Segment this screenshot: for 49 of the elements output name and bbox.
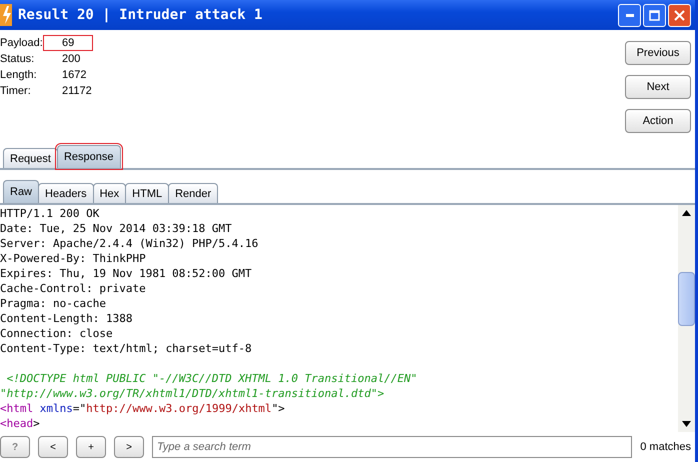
action-button[interactable]: Previous — [625, 41, 691, 65]
tab[interactable]: Hex — [92, 183, 126, 203]
add-button[interactable]: + — [76, 436, 106, 458]
window-title: Result 20 | Intruder attack 1 — [18, 7, 264, 23]
maximize-icon — [649, 10, 660, 20]
maximize-button[interactable] — [643, 4, 666, 26]
next-button[interactable]: > — [114, 436, 144, 458]
previous-button[interactable]: < — [38, 436, 68, 458]
code-line: Connection: close — [0, 326, 114, 341]
code-line: Content-Type: text/html; charset=utf-8 — [0, 341, 253, 356]
field-label: Timer: — [0, 84, 32, 98]
field-value: 21172 — [61, 84, 92, 98]
code-line: "http://www.w3.org/TR/xhtml1/DTD/xhtml1-transitional.dtd"> — [0, 386, 386, 401]
tab[interactable]: HTML — [125, 183, 170, 203]
code-line: <head> — [0, 416, 41, 431]
field-value: 1672 — [61, 68, 88, 82]
code-line: Content-Length: 1388 — [0, 311, 134, 326]
code-line: X-Powered-By: ThinkPHP — [0, 251, 147, 266]
tab[interactable]: Raw — [3, 180, 40, 203]
code-line: Cache-Control: private — [0, 281, 147, 296]
tab[interactable]: Headers — [38, 183, 94, 203]
field-value: 200 — [61, 52, 82, 66]
scroll-thumb[interactable] — [678, 272, 695, 326]
search-field[interactable]: Type a search term — [152, 436, 632, 458]
action-button[interactable]: Action — [625, 109, 691, 133]
lightning-icon — [0, 4, 12, 26]
tab[interactable]: Request — [3, 148, 58, 168]
scrollbar[interactable] — [678, 205, 695, 432]
tab[interactable]: Response — [56, 145, 121, 168]
field-label: Status: — [0, 52, 36, 66]
field-label: Payload: — [0, 36, 44, 50]
up-arrow-icon — [682, 210, 691, 216]
action-button[interactable]: Next — [625, 75, 691, 99]
field-value: 69 — [44, 36, 92, 50]
close-button[interactable] — [668, 4, 691, 26]
match-count: 0 matches — [640, 441, 691, 453]
code-line: Pragma: no-cache — [0, 296, 107, 311]
code-line: Expires: Thu, 19 Nov 1981 08:52:00 GMT — [0, 266, 253, 281]
code-line: Server: Apache/2.4.4 (Win32) PHP/5.4.16 — [0, 236, 260, 251]
field-label: Length: — [0, 68, 38, 82]
close-icon — [674, 10, 685, 20]
code-line: HTTP/1.1 200 OK — [0, 206, 100, 221]
code-line: <html xmlns="http://www.w3.org/1999/xhtml"> — [0, 401, 286, 416]
code-line: <!DOCTYPE html PUBLIC "-//W3C//DTD XHTML 1.0 Transitional//EN" — [6, 371, 418, 386]
code-line: Date: Tue, 25 Nov 2014 03:39:18 GMT — [0, 221, 233, 236]
minimize-icon — [626, 14, 634, 16]
minimize-button[interactable] — [618, 4, 641, 26]
down-arrow-icon — [682, 421, 691, 427]
tab[interactable]: Render — [168, 183, 218, 203]
